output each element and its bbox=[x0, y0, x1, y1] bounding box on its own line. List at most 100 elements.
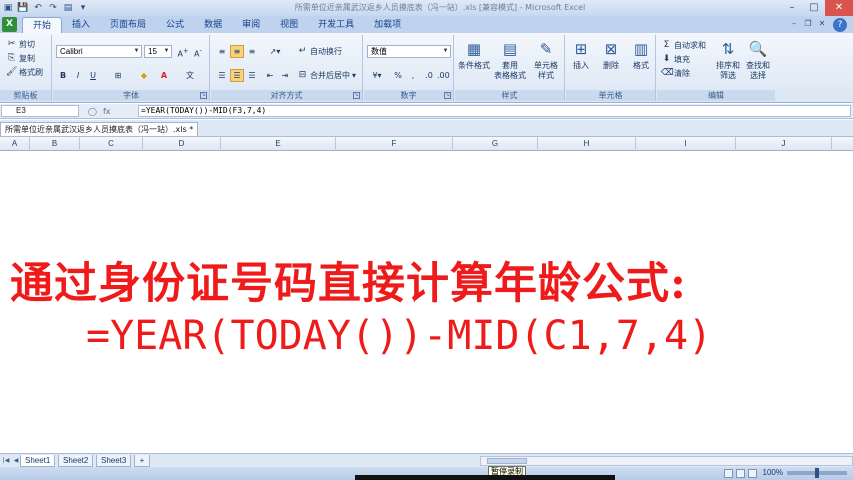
zoom-slider-knob[interactable] bbox=[815, 468, 819, 478]
page-layout-view-icon[interactable] bbox=[736, 469, 745, 478]
font-name-select[interactable]: Calibri ▼ bbox=[56, 45, 142, 58]
autosum-button[interactable]: Σ 自动求和 bbox=[661, 39, 706, 52]
dialog-launcher-icon[interactable]: ↘ bbox=[200, 92, 207, 99]
grow-font-button[interactable]: A+ bbox=[176, 45, 190, 59]
column-header-i[interactable]: I bbox=[636, 137, 736, 151]
cut-button[interactable]: ✂ 剪切 bbox=[6, 38, 35, 51]
maximize-icon[interactable]: □ bbox=[803, 0, 825, 16]
font-color-icon[interactable]: A bbox=[157, 69, 171, 82]
sort-filter-button[interactable]: ⇅ 排序和 筛选 bbox=[713, 39, 743, 81]
italic-button[interactable]: I bbox=[71, 69, 85, 82]
tab-review[interactable]: 审阅 bbox=[232, 17, 270, 33]
worksheet-grid[interactable]: 通过身份证号码直接计算年龄公式: =YEAR(TODAY())-MID(C1,7… bbox=[0, 151, 853, 453]
format-cells-button[interactable]: ▥ 格式 bbox=[626, 39, 656, 71]
comma-button[interactable]: , bbox=[406, 69, 420, 82]
sheet-tab-1[interactable]: Sheet1 bbox=[20, 455, 56, 467]
zoom-formula-icon[interactable]: ◯ bbox=[88, 107, 97, 116]
increase-indent-icon[interactable]: ⇥ bbox=[278, 69, 292, 82]
cell-styles-button[interactable]: ✎ 单元格 样式 bbox=[529, 39, 563, 81]
wrap-text-button[interactable]: ↵ 自动换行 bbox=[297, 45, 342, 58]
tab-home[interactable]: 开始 bbox=[22, 17, 63, 33]
minimize-icon[interactable]: – bbox=[781, 0, 803, 16]
align-bottom-icon[interactable]: ≡ bbox=[245, 45, 259, 58]
scroll-thumb[interactable] bbox=[487, 458, 527, 464]
prev-sheet-icon[interactable]: ◀ bbox=[12, 456, 20, 465]
doc-restore-icon[interactable]: ❐ bbox=[803, 19, 813, 29]
name-box[interactable]: E3 bbox=[1, 105, 79, 117]
tab-view[interactable]: 视图 bbox=[270, 17, 308, 33]
insert-sheet-icon[interactable]: + bbox=[134, 455, 150, 467]
clear-button[interactable]: ⌫ 清除 bbox=[661, 67, 690, 80]
tab-data[interactable]: 数据 bbox=[194, 17, 232, 33]
zoom-slider[interactable] bbox=[787, 468, 847, 478]
format-painter-button[interactable]: 🖌 格式刷 bbox=[6, 66, 43, 79]
page-break-view-icon[interactable] bbox=[748, 469, 757, 478]
tab-addins[interactable]: 加载项 bbox=[364, 17, 411, 33]
align-center-icon[interactable]: ☰ bbox=[230, 69, 244, 82]
percent-button[interactable]: % bbox=[391, 69, 405, 82]
insert-cells-button[interactable]: ⊞ 插入 bbox=[566, 39, 596, 71]
tab-developer[interactable]: 开发工具 bbox=[308, 17, 364, 33]
merge-center-button[interactable]: ⊟ 合并后居中 ▾ bbox=[297, 69, 356, 82]
doc-minimize-icon[interactable]: – bbox=[789, 19, 799, 29]
column-header-d[interactable]: D bbox=[143, 137, 221, 151]
align-left-icon[interactable]: ☰ bbox=[215, 69, 229, 82]
doc-close-icon[interactable]: ✕ bbox=[817, 19, 827, 29]
column-header-g[interactable]: G bbox=[453, 137, 538, 151]
close-icon[interactable]: ✕ bbox=[825, 0, 853, 16]
orientation-icon[interactable]: ↗▾ bbox=[265, 45, 285, 58]
workbook-tab[interactable]: 所需单位近亲属武汉返乡人员摸底表（冯一站）.xls * bbox=[0, 122, 199, 136]
column-header-h[interactable]: H bbox=[538, 137, 636, 151]
borders-icon[interactable]: ⊞ bbox=[111, 69, 125, 82]
column-header-a[interactable]: A bbox=[0, 137, 30, 151]
redo-icon[interactable]: ↷ bbox=[47, 2, 59, 14]
formula-input[interactable]: =YEAR(TODAY())-MID(F3,7,4) bbox=[138, 105, 851, 117]
decrease-indent-icon[interactable]: ⇤ bbox=[263, 69, 277, 82]
fill-button[interactable]: ⬇ 填充 bbox=[661, 53, 690, 66]
tab-formulas[interactable]: 公式 bbox=[156, 17, 194, 33]
undo-icon[interactable]: ↶ bbox=[32, 2, 44, 14]
bold-button[interactable]: B bbox=[56, 69, 70, 82]
dialog-launcher-icon[interactable]: ↘ bbox=[444, 92, 451, 99]
column-header-f[interactable]: F bbox=[336, 137, 453, 151]
fx-icon[interactable]: fx bbox=[103, 107, 111, 116]
increase-decimal-icon[interactable]: .0 bbox=[422, 69, 436, 82]
align-top-icon[interactable]: ≡ bbox=[215, 45, 229, 58]
wrap-icon: ↵ bbox=[298, 46, 307, 56]
print-preview-icon[interactable]: ▤ bbox=[62, 2, 74, 14]
customize-qat-icon[interactable]: ▾ bbox=[77, 2, 89, 14]
tab-page-layout[interactable]: 页面布局 bbox=[100, 17, 156, 33]
number-group-label: 数字 ↘ bbox=[364, 90, 453, 101]
align-right-icon[interactable]: ☰ bbox=[245, 69, 259, 82]
sheet-tab-2[interactable]: Sheet2 bbox=[58, 455, 94, 467]
help-icon[interactable]: ? bbox=[833, 18, 847, 32]
align-middle-icon[interactable]: ≡ bbox=[230, 45, 244, 58]
underline-button[interactable]: U bbox=[86, 69, 100, 82]
font-size-select[interactable]: 15 ▼ bbox=[144, 45, 172, 58]
column-header-e[interactable]: E bbox=[221, 137, 336, 151]
find-select-button[interactable]: 🔍 查找和 选择 bbox=[743, 39, 773, 81]
shrink-font-button[interactable]: A- bbox=[191, 45, 205, 59]
tab-insert[interactable]: 插入 bbox=[62, 17, 100, 33]
fill-color-icon[interactable]: ◆ bbox=[137, 69, 151, 82]
conditional-format-button[interactable]: ▦ 条件格式 bbox=[457, 39, 491, 71]
phonetic-icon[interactable]: 文 bbox=[183, 69, 197, 82]
decrease-decimal-icon[interactable]: .00 bbox=[436, 69, 450, 82]
sheet-tab-3[interactable]: Sheet3 bbox=[96, 455, 132, 467]
column-header-c[interactable]: C bbox=[80, 137, 143, 151]
column-header-j[interactable]: J bbox=[736, 137, 832, 151]
horizontal-scrollbar[interactable] bbox=[480, 456, 853, 466]
chevron-down-icon: ▼ bbox=[163, 48, 170, 54]
first-sheet-icon[interactable]: |◀ bbox=[2, 456, 10, 465]
office-button[interactable]: X bbox=[2, 17, 17, 32]
currency-icon[interactable]: ¥▾ bbox=[367, 69, 387, 82]
dialog-launcher-icon[interactable]: ↘ bbox=[353, 92, 360, 99]
delete-cells-button[interactable]: ⊠ 删除 bbox=[596, 39, 626, 71]
copy-button[interactable]: ⎘ 复制 bbox=[6, 52, 35, 65]
save-icon[interactable]: 💾 bbox=[17, 2, 29, 14]
normal-view-icon[interactable] bbox=[724, 469, 733, 478]
number-format-select[interactable]: 数值 ▼ bbox=[367, 45, 451, 58]
column-header-b[interactable]: B bbox=[30, 137, 80, 151]
format-as-table-button[interactable]: ▤ 套用 表格格式 bbox=[493, 39, 527, 81]
zoom-level[interactable]: 100% bbox=[763, 468, 783, 477]
